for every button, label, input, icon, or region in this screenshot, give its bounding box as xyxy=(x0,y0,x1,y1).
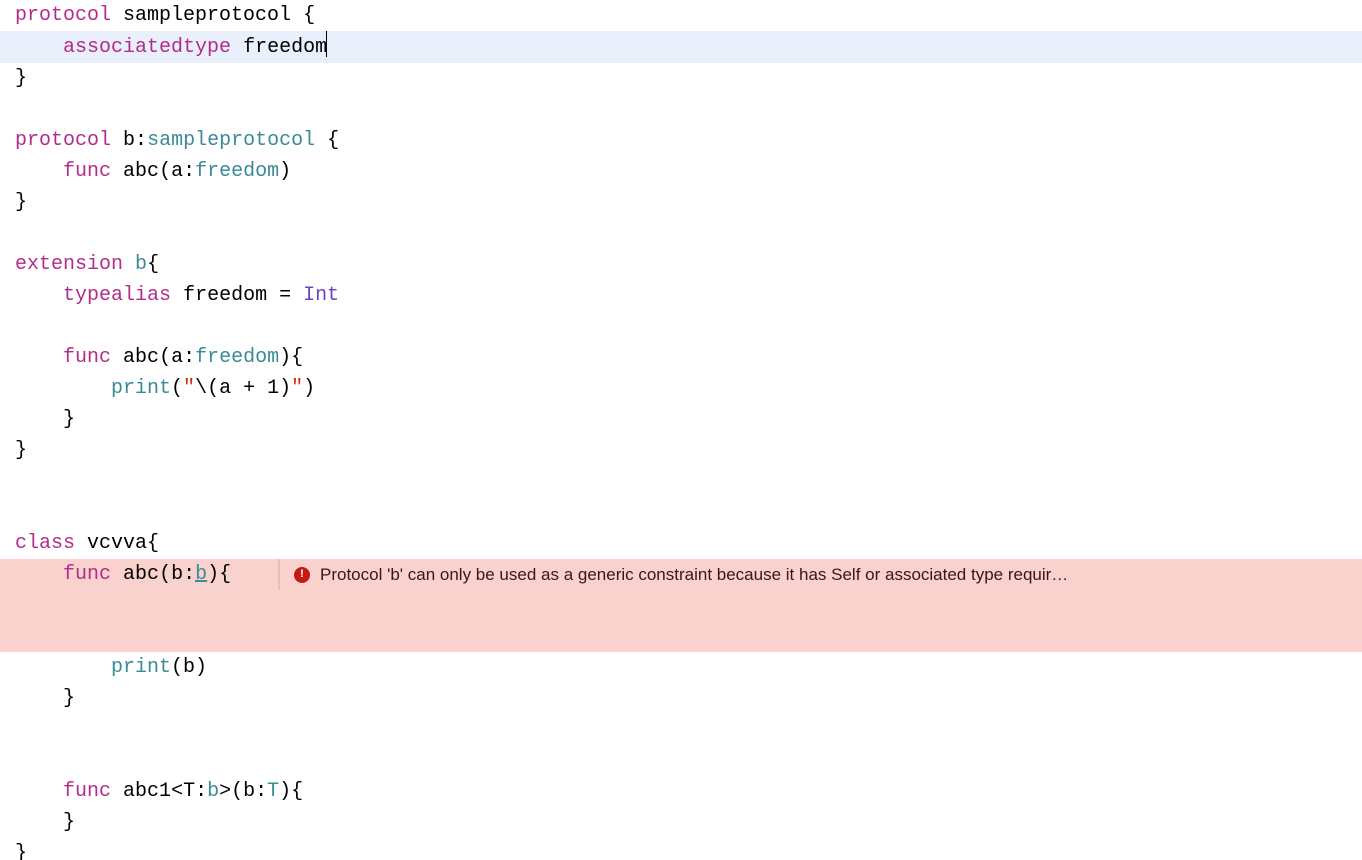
paren-open: (b: xyxy=(159,563,195,586)
code-line[interactable] xyxy=(0,497,1362,528)
param-type: freedom xyxy=(195,346,279,369)
func-name: abc xyxy=(123,563,159,586)
code-line[interactable]: func abc1<T:b>(b:T){ xyxy=(0,776,1362,807)
keyword-protocol: protocol xyxy=(15,129,111,152)
brace: { xyxy=(147,253,159,276)
error-banner[interactable]: ! Protocol 'b' can only be used as a gen… xyxy=(278,559,1362,590)
brace: } xyxy=(15,67,27,90)
keyword-typealias: typealias xyxy=(63,284,171,307)
code-line[interactable]: } xyxy=(0,683,1362,714)
generic-type: T xyxy=(267,780,279,803)
paren-close: ){ xyxy=(279,346,303,369)
generic-mid: >(b: xyxy=(219,780,267,803)
expr: a + 1 xyxy=(219,377,279,400)
paren-close: ){ xyxy=(207,563,231,586)
code-line[interactable]: print(b) xyxy=(0,652,1362,683)
type-name: b xyxy=(135,253,147,276)
call-args: (b) xyxy=(171,656,207,679)
paren-close: ){ xyxy=(279,780,303,803)
string-quote: " xyxy=(291,377,303,400)
keyword-associatedtype: associatedtype xyxy=(63,36,231,59)
keyword-func: func xyxy=(63,780,111,803)
brace: } xyxy=(63,687,75,710)
type-name: b xyxy=(123,129,135,152)
keyword-protocol: protocol xyxy=(15,4,111,27)
call-print: print xyxy=(111,377,171,400)
alias-name: freedom xyxy=(183,284,267,307)
brace: } xyxy=(15,842,27,860)
code-line[interactable]: } xyxy=(0,807,1362,838)
paren-open: ( xyxy=(171,377,183,400)
param-type: freedom xyxy=(195,160,279,183)
code-line[interactable] xyxy=(0,94,1362,125)
super-type: sampleprotocol xyxy=(147,129,315,152)
keyword-extension: extension xyxy=(15,253,123,276)
type-name: sampleprotocol xyxy=(123,4,291,27)
func-name: abc xyxy=(123,160,159,183)
code-editor[interactable]: protocol sampleprotocol { associatedtype… xyxy=(0,0,1362,860)
constraint-type: b xyxy=(207,780,219,803)
call-print: print xyxy=(111,656,171,679)
code-line[interactable]: class vcvva{ xyxy=(0,528,1362,559)
code-line-selected[interactable]: associatedtype freedom xyxy=(0,31,1362,63)
error-message: Protocol 'b' can only be used as a gener… xyxy=(320,559,1068,590)
code-line[interactable] xyxy=(0,714,1362,745)
builtin-type: Int xyxy=(303,284,339,307)
paren-open: (a: xyxy=(159,160,195,183)
error-content: ! Protocol 'b' can only be used as a gen… xyxy=(278,559,1068,590)
equals: = xyxy=(267,284,303,307)
code-line[interactable]: } xyxy=(0,435,1362,466)
brace: { xyxy=(147,532,159,555)
code-line[interactable]: func abc(a:freedom){ xyxy=(0,342,1362,373)
code-line[interactable]: } xyxy=(0,838,1362,860)
code-line[interactable] xyxy=(0,218,1362,249)
brace: { xyxy=(291,4,315,27)
keyword-func: func xyxy=(63,346,111,369)
code-line[interactable] xyxy=(0,745,1362,776)
code-line[interactable]: protocol b:sampleprotocol { xyxy=(0,125,1362,156)
code-line[interactable]: typealias freedom = Int xyxy=(0,280,1362,311)
brace: } xyxy=(63,408,75,431)
class-name: vcvva xyxy=(87,532,147,555)
code-line[interactable] xyxy=(0,311,1362,342)
brace: { xyxy=(315,129,339,152)
paren-open: (a: xyxy=(159,346,195,369)
error-icon: ! xyxy=(294,567,310,583)
paren-close: ) xyxy=(303,377,315,400)
code-line[interactable]: } xyxy=(0,63,1362,94)
keyword-func: func xyxy=(63,160,111,183)
paren-close: ) xyxy=(279,160,291,183)
code-line[interactable]: print("\(a + 1)") xyxy=(0,373,1362,404)
string-interp-open: \( xyxy=(195,377,219,400)
code-line[interactable] xyxy=(0,466,1362,497)
string-interp-close: ) xyxy=(279,377,291,400)
string-quote: " xyxy=(183,377,195,400)
generic-open: <T: xyxy=(171,780,207,803)
colon: : xyxy=(135,129,147,152)
func-name: abc1 xyxy=(123,780,171,803)
brace: } xyxy=(63,811,75,834)
code-line[interactable]: func abc(a:freedom) xyxy=(0,156,1362,187)
code-line[interactable]: } xyxy=(0,404,1362,435)
code-line-error[interactable]: func abc(b:b){ ! Protocol 'b' can only b… xyxy=(0,559,1362,652)
code-line[interactable]: extension b{ xyxy=(0,249,1362,280)
func-name: abc xyxy=(123,346,159,369)
code-line[interactable]: protocol sampleprotocol { xyxy=(0,0,1362,31)
param-type-error: b xyxy=(195,563,207,586)
brace: } xyxy=(15,439,27,462)
text-cursor xyxy=(326,31,327,57)
code-line[interactable]: } xyxy=(0,187,1362,218)
brace: } xyxy=(15,191,27,214)
keyword-class: class xyxy=(15,532,75,555)
keyword-func: func xyxy=(63,563,111,586)
type-name: freedom xyxy=(243,36,327,59)
